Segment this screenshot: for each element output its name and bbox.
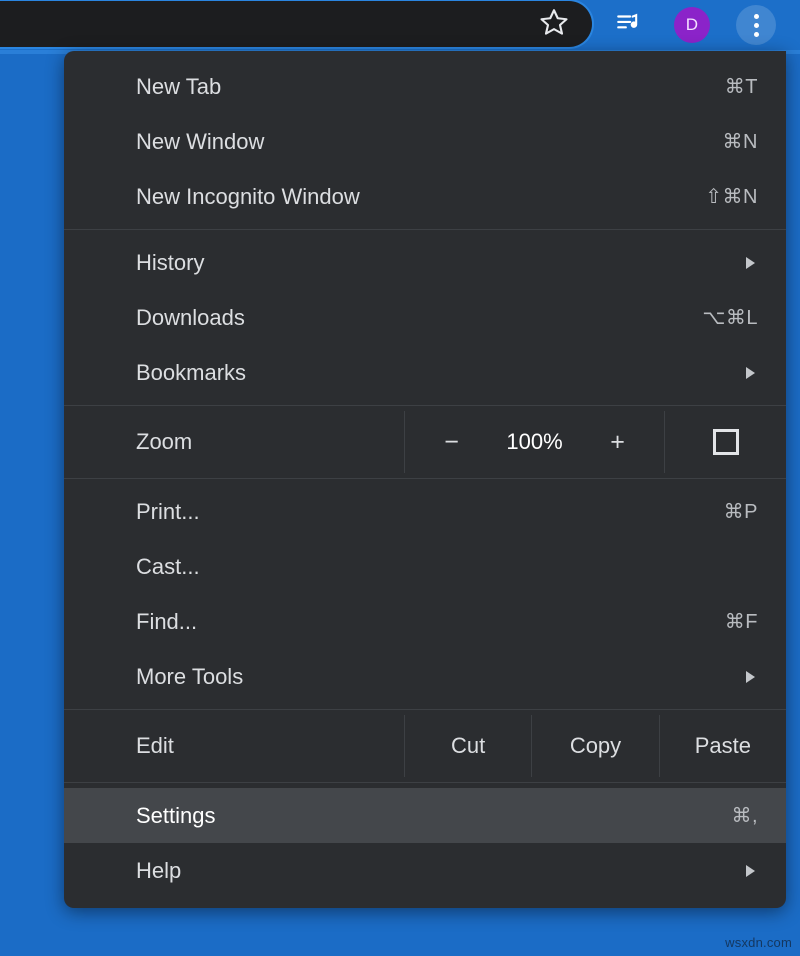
menu-item-label: New Window (136, 129, 723, 155)
menu-separator (64, 478, 786, 479)
menu-section-bottom: Settings ⌘, Help (64, 788, 786, 898)
menu-item-more-tools[interactable]: More Tools (64, 649, 786, 704)
menu-separator (64, 782, 786, 783)
zoom-controls: − 100% + (404, 411, 664, 473)
menu-item-downloads[interactable]: Downloads ⌥⌘L (64, 290, 786, 345)
zoom-in-button[interactable]: + (590, 428, 646, 457)
menu-item-settings[interactable]: Settings ⌘, (64, 788, 786, 843)
menu-item-label: Print... (136, 499, 724, 525)
menu-section-new: New Tab ⌘T New Window ⌘N New Incognito W… (64, 59, 786, 224)
menu-item-label: Help (136, 858, 746, 884)
star-icon (539, 7, 569, 42)
address-bar[interactable] (0, 1, 592, 47)
avatar: D (674, 7, 710, 43)
menu-item-history[interactable]: History (64, 235, 786, 290)
watermark: wsxdn.com (725, 935, 792, 950)
menu-item-label: Cast... (136, 554, 758, 580)
fullscreen-icon (713, 429, 739, 455)
menu-item-shortcut: ⌘T (725, 74, 758, 99)
menu-section-browsing-data: History Downloads ⌥⌘L Bookmarks (64, 235, 786, 400)
menu-item-shortcut: ⌘, (731, 803, 758, 828)
browser-window: D New Tab ⌘T New Window ⌘N New Incognito… (0, 0, 800, 956)
menu-item-shortcut: ⌥⌘L (702, 305, 758, 330)
menu-item-label: Downloads (136, 305, 702, 331)
menu-separator (64, 709, 786, 710)
copy-button[interactable]: Copy (531, 715, 658, 777)
menu-item-label: History (136, 250, 746, 276)
menu-item-shortcut: ⌘P (724, 499, 758, 524)
fullscreen-button[interactable] (664, 411, 786, 473)
menu-item-help[interactable]: Help (64, 843, 786, 898)
menu-separator (64, 229, 786, 230)
paste-button[interactable]: Paste (659, 715, 786, 777)
chevron-right-icon (746, 367, 755, 379)
chevron-right-icon (746, 257, 755, 269)
zoom-level-value: 100% (480, 429, 590, 455)
menu-item-label: New Tab (136, 74, 725, 100)
menu-item-bookmarks[interactable]: Bookmarks (64, 345, 786, 400)
browser-toolbar: D (0, 0, 800, 50)
menu-item-label: Bookmarks (136, 360, 746, 386)
menu-item-shortcut: ⌘N (723, 129, 758, 154)
menu-separator (64, 405, 786, 406)
chevron-right-icon (746, 671, 755, 683)
bookmark-star-button[interactable] (535, 5, 573, 43)
playlist-music-button[interactable] (608, 5, 648, 45)
menu-item-new-window[interactable]: New Window ⌘N (64, 114, 786, 169)
menu-section-tools: Print... ⌘P Cast... Find... ⌘F More Tool… (64, 484, 786, 704)
chevron-right-icon (746, 865, 755, 877)
zoom-label: Zoom (64, 411, 404, 473)
menu-item-shortcut: ⇧⌘N (705, 184, 758, 209)
menu-item-label: New Incognito Window (136, 184, 705, 210)
menu-item-new-tab[interactable]: New Tab ⌘T (64, 59, 786, 114)
zoom-out-button[interactable]: − (424, 428, 480, 457)
menu-row-edit: Edit Cut Copy Paste (64, 715, 786, 777)
menu-item-label: Find... (136, 609, 725, 635)
playlist-music-icon (615, 10, 641, 41)
edit-label: Edit (64, 715, 404, 777)
menu-item-cast[interactable]: Cast... (64, 539, 786, 594)
menu-item-find[interactable]: Find... ⌘F (64, 594, 786, 649)
menu-item-shortcut: ⌘F (725, 609, 758, 634)
profile-avatar-button[interactable]: D (672, 5, 712, 45)
three-dot-menu-icon (754, 14, 759, 37)
menu-row-zoom: Zoom − 100% + (64, 411, 786, 473)
menu-item-print[interactable]: Print... ⌘P (64, 484, 786, 539)
chrome-menu-button[interactable] (736, 5, 776, 45)
chrome-main-menu: New Tab ⌘T New Window ⌘N New Incognito W… (64, 51, 786, 908)
menu-item-label: Settings (136, 803, 731, 829)
menu-item-new-incognito-window[interactable]: New Incognito Window ⇧⌘N (64, 169, 786, 224)
cut-button[interactable]: Cut (404, 715, 531, 777)
menu-item-label: More Tools (136, 664, 746, 690)
